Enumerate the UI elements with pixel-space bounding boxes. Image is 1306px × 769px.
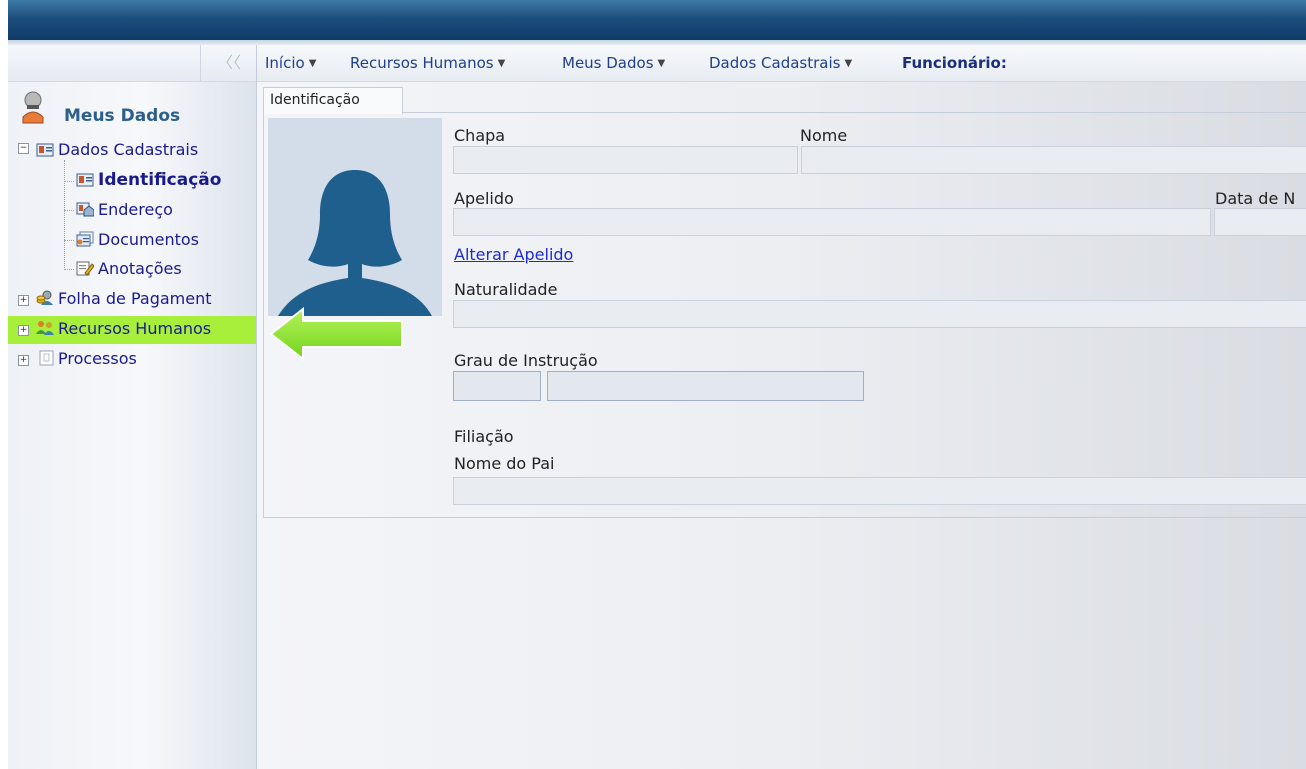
tree-connector xyxy=(64,269,74,270)
sidebar-header: Meus Dados xyxy=(8,89,256,129)
expand-toggle[interactable]: + xyxy=(18,325,29,336)
chevron-down-icon: ▼ xyxy=(497,58,506,69)
profile-photo xyxy=(268,118,442,316)
people-group-icon xyxy=(36,321,54,335)
chevron-down-icon: ▼ xyxy=(844,58,853,69)
coins-person-icon xyxy=(36,290,53,305)
expand-toggle[interactable]: + xyxy=(18,355,29,366)
house-card-icon xyxy=(76,202,94,217)
sidebar-title: Meus Dados xyxy=(64,106,181,126)
data-nascimento-field[interactable] xyxy=(1214,208,1306,236)
collapse-toggle[interactable]: − xyxy=(18,143,29,154)
grau-instrucao-description-field[interactable] xyxy=(547,371,864,401)
top-banner xyxy=(8,0,1306,40)
user-icon xyxy=(22,91,44,124)
sidebar-item-identificacao[interactable]: Identificação xyxy=(98,169,256,191)
tree-connector xyxy=(64,160,65,270)
female-avatar-icon xyxy=(278,170,432,316)
nome-field[interactable] xyxy=(801,146,1306,174)
apelido-field[interactable] xyxy=(453,208,1211,236)
chevron-down-icon: ▼ xyxy=(308,58,317,69)
nome-pai-field[interactable] xyxy=(453,477,1306,505)
sidebar-item-endereco[interactable]: Endereço xyxy=(98,199,248,221)
chapa-field[interactable] xyxy=(453,146,798,174)
breadcrumb-recursos-humanos[interactable]: Recursos Humanos ▼ xyxy=(350,54,505,72)
naturalidade-field[interactable] xyxy=(453,300,1306,328)
sidebar-item-recursos-humanos[interactable]: Recursos Humanos xyxy=(58,318,254,340)
breadcrumb-inicio[interactable]: Início ▼ xyxy=(265,54,316,72)
chevron-down-icon: ▼ xyxy=(657,58,666,69)
naturalidade-label: Naturalidade xyxy=(454,280,558,299)
pencil-note-icon xyxy=(76,261,94,276)
arrow-left-icon xyxy=(269,307,403,361)
sidebar-item-documentos[interactable]: Documentos xyxy=(98,229,248,251)
grau-instrucao-label: Grau de Instrução xyxy=(454,351,598,370)
alterar-apelido-link[interactable]: Alterar Apelido xyxy=(454,245,573,264)
tree-connector xyxy=(64,210,74,211)
chapa-label: Chapa xyxy=(454,126,506,145)
nome-label: Nome xyxy=(800,126,848,145)
sidebar-item-processos[interactable]: Processos xyxy=(58,348,208,370)
sidebar: 〈〈 Meus Dados − Dados Cadastrais Identif… xyxy=(8,45,257,769)
collapse-sidebar-button[interactable]: 〈〈 xyxy=(200,45,257,81)
main-content: Identificação Chapa Nome Apelido Data de… xyxy=(257,82,1306,769)
sidebar-item-folha-de-pagamento[interactable]: Folha de Pagament xyxy=(58,288,256,310)
id-card-icon xyxy=(36,143,54,157)
filiacao-heading: Filiação xyxy=(454,427,514,446)
document-stack-icon xyxy=(76,231,94,247)
breadcrumb-current: Funcionário: xyxy=(902,54,1007,72)
grau-instrucao-code-field[interactable] xyxy=(453,371,541,401)
breadcrumb: Início ▼ Recursos Humanos ▼ Meus Dados ▼ Da… xyxy=(257,45,1306,82)
data-nascimento-label: Data de N xyxy=(1215,189,1296,208)
breadcrumb-meus-dados[interactable]: Meus Dados ▼ xyxy=(562,54,665,72)
sidebar-item-anotacoes[interactable]: Anotações xyxy=(98,258,248,280)
tab-identificacao[interactable]: Identificação xyxy=(263,87,403,114)
breadcrumb-dados-cadastrais[interactable]: Dados Cadastrais ▼ xyxy=(709,54,852,72)
nome-pai-label: Nome do Pai xyxy=(454,454,555,473)
apelido-label: Apelido xyxy=(454,189,514,208)
sidebar-toolbar: 〈〈 xyxy=(8,45,256,82)
id-card-icon xyxy=(76,173,94,187)
process-doc-icon xyxy=(39,350,54,366)
expand-toggle[interactable]: + xyxy=(18,295,29,306)
tree-connector xyxy=(64,181,74,182)
tree-connector xyxy=(64,240,74,241)
sidebar-item-dados-cadastrais[interactable]: Dados Cadastrais xyxy=(58,139,248,161)
